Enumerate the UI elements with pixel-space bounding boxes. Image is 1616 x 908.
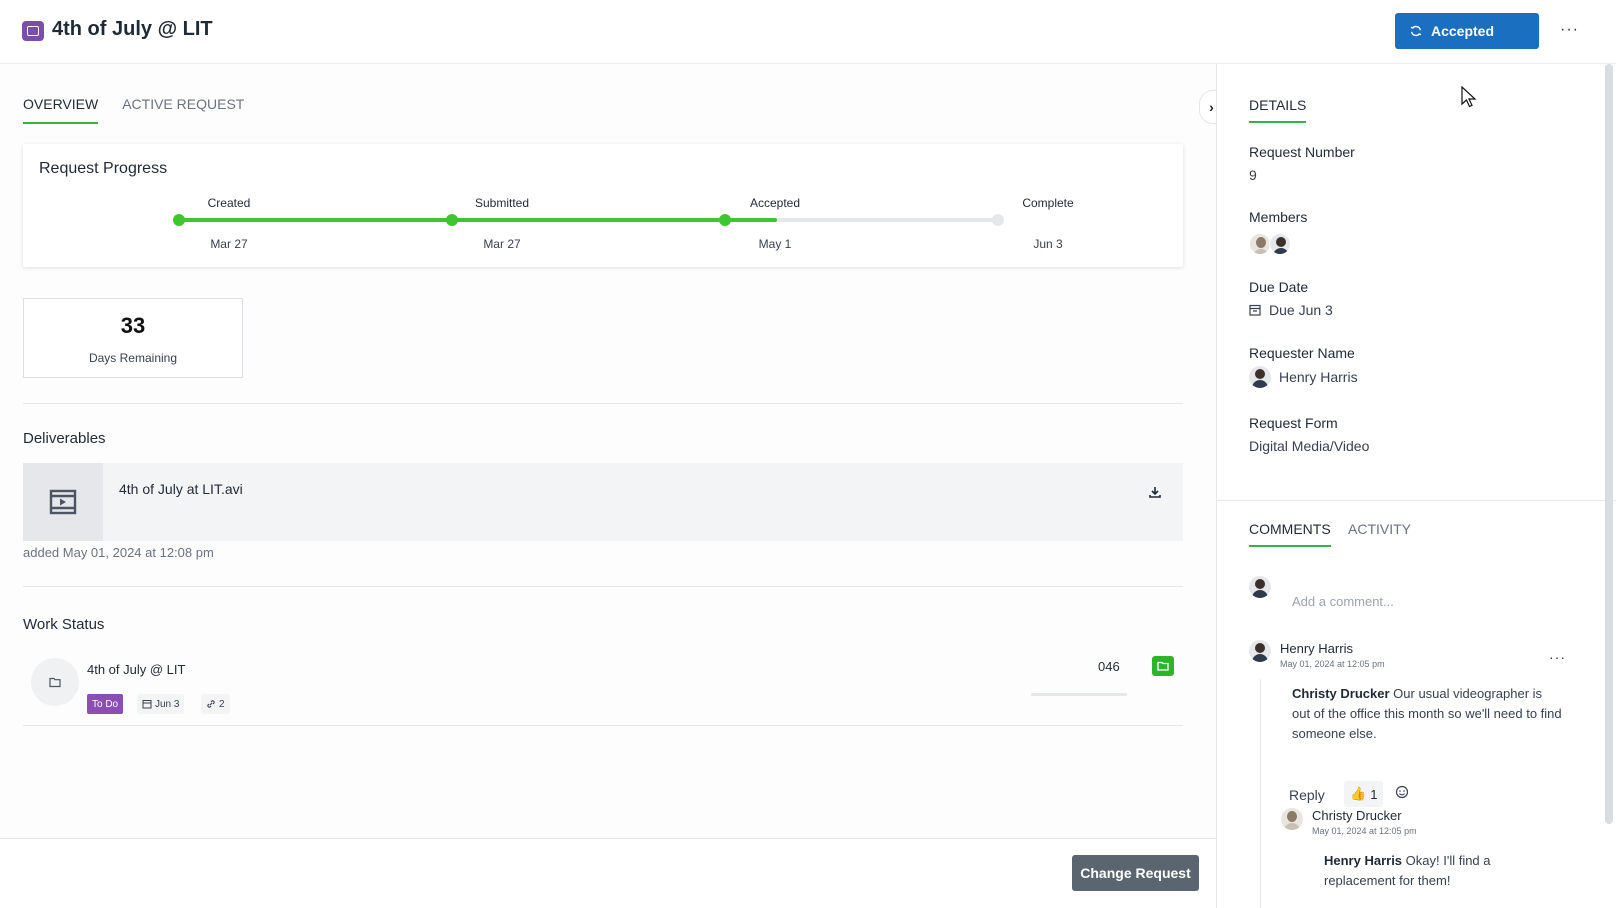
members-label: Members [1249,209,1308,225]
comment-more-icon[interactable]: ··· [1549,649,1566,665]
divider [23,725,1183,726]
add-reaction-icon[interactable] [1395,785,1409,799]
step-dot [446,214,458,226]
progress-title: Request Progress [39,160,168,177]
due-chip-label: Jun 3 [155,698,180,710]
request-form-value: Digital Media/Video [1249,438,1370,454]
comment-mention[interactable]: Christy Drucker [1292,686,1390,701]
work-status-heading: Work Status [23,616,105,633]
more-options-icon[interactable]: ··· [1560,21,1579,39]
tab-details[interactable]: DETAILS [1249,97,1307,123]
step-label: Complete [1022,196,1074,210]
request-number-label: Request Number [1249,144,1355,160]
reply-mention[interactable]: Henry Harris [1324,853,1402,868]
page-title: 4th of July @ LIT [52,18,213,40]
reply-time: May 01, 2024 at 12:05 pm [1312,826,1417,836]
avatar [1249,640,1271,662]
divider [23,586,1183,587]
download-icon[interactable] [1148,485,1162,499]
avatar [1281,808,1303,830]
comment-author: Henry Harris [1280,641,1353,656]
avatar [1249,576,1271,598]
members-list[interactable] [1249,233,1291,255]
deliverables-heading: Deliverables [23,430,106,447]
tab-comments[interactable]: COMMENTS [1249,521,1331,547]
deliverable-name[interactable]: 4th of July at LIT.avi [119,481,243,497]
link-icon [207,700,215,708]
divider [23,403,1183,404]
reaction-thumbs-up[interactable]: 👍 1 [1344,781,1384,807]
folder-icon [31,658,79,706]
deliverable-item[interactable]: 4th of July at LIT.avi [23,463,1183,541]
step-dot [719,214,731,226]
status-accepted-button[interactable]: Accepted [1395,13,1539,49]
calendar-icon [142,700,152,709]
requester-value: Henry Harris [1249,366,1358,388]
progress-fill [179,218,777,222]
request-number-value: 9 [1249,167,1257,183]
requester-name: Henry Harris [1279,369,1358,385]
thumbs-up-icon: 👍 [1350,786,1367,801]
reply-author: Christy Drucker [1312,808,1402,823]
tab-overview[interactable]: OVERVIEW [23,96,99,124]
folder-icon [1157,661,1169,671]
step-date: Jun 3 [1033,237,1063,251]
requester-label: Requester Name [1249,345,1355,361]
due-chip: Jun 3 [137,694,185,714]
comment-body: Christy Drucker Our usual videographer i… [1292,684,1562,744]
days-remaining-card: 33 Days Remaining [23,298,243,378]
reply-body: Henry Harris Okay! I'll find a replaceme… [1324,851,1564,891]
open-folder-button[interactable] [1152,656,1174,676]
step-date: May 1 [758,237,792,251]
change-request-button[interactable]: Change Request [1072,855,1199,891]
step-date: Mar 27 [210,237,248,251]
work-item-title[interactable]: 4th of July @ LIT [87,662,185,677]
step-date: Mar 27 [483,237,521,251]
video-file-icon [23,463,103,541]
due-date-value: Due Jun 3 [1249,302,1333,318]
tab-active-request[interactable]: ACTIVE REQUEST [122,96,244,124]
thread-line [1260,679,1261,908]
avatar[interactable] [1249,233,1271,255]
step-label: Accepted [749,196,801,210]
comment-time: May 01, 2024 at 12:05 pm [1280,659,1385,669]
request-icon [22,21,44,41]
status-label: Accepted [1431,23,1495,39]
links-chip: 2 [201,694,230,714]
links-count: 2 [219,698,225,710]
days-remaining-value: 33 [120,313,146,338]
scrollbar[interactable] [1605,64,1613,824]
days-remaining-label: Days Remaining [88,351,178,365]
step-label: Created [207,196,251,210]
chevron-right-icon: › [1209,99,1214,115]
divider [1217,500,1616,501]
step-dot [992,214,1004,226]
main-tabs: OVERVIEW ACTIVE REQUEST [23,96,244,124]
top-bar: 4th of July @ LIT Accepted ··· [0,0,1616,64]
avatar [1249,366,1271,388]
reply-button[interactable]: Reply [1289,787,1325,803]
comment-input[interactable]: Add a comment... [1292,594,1394,609]
reaction-count: 1 [1370,786,1378,802]
footer-bar: Change Request [0,838,1216,908]
due-date-label: Due Date [1249,279,1309,295]
work-item-progress-bar [1031,693,1127,696]
step-label: Submitted [474,196,530,210]
work-item-code: 046 [1098,659,1120,674]
mouse-cursor-icon [1461,86,1477,108]
deliverable-meta: added May 01, 2024 at 12:08 pm [23,545,214,560]
status-badge: To Do [87,694,124,714]
due-date-text: Due Jun 3 [1269,302,1333,318]
calendar-icon [1249,304,1261,316]
step-dot [173,214,185,226]
tab-activity[interactable]: ACTIVITY [1348,521,1411,545]
avatar[interactable] [1269,233,1291,255]
request-form-label: Request Form [1249,415,1338,431]
request-progress-card: Request Progress Created Mar 27 Submitte… [23,144,1183,267]
sync-icon [1410,25,1422,37]
details-sidebar: DETAILS Request Number 9 Members Due Dat… [1216,64,1616,908]
